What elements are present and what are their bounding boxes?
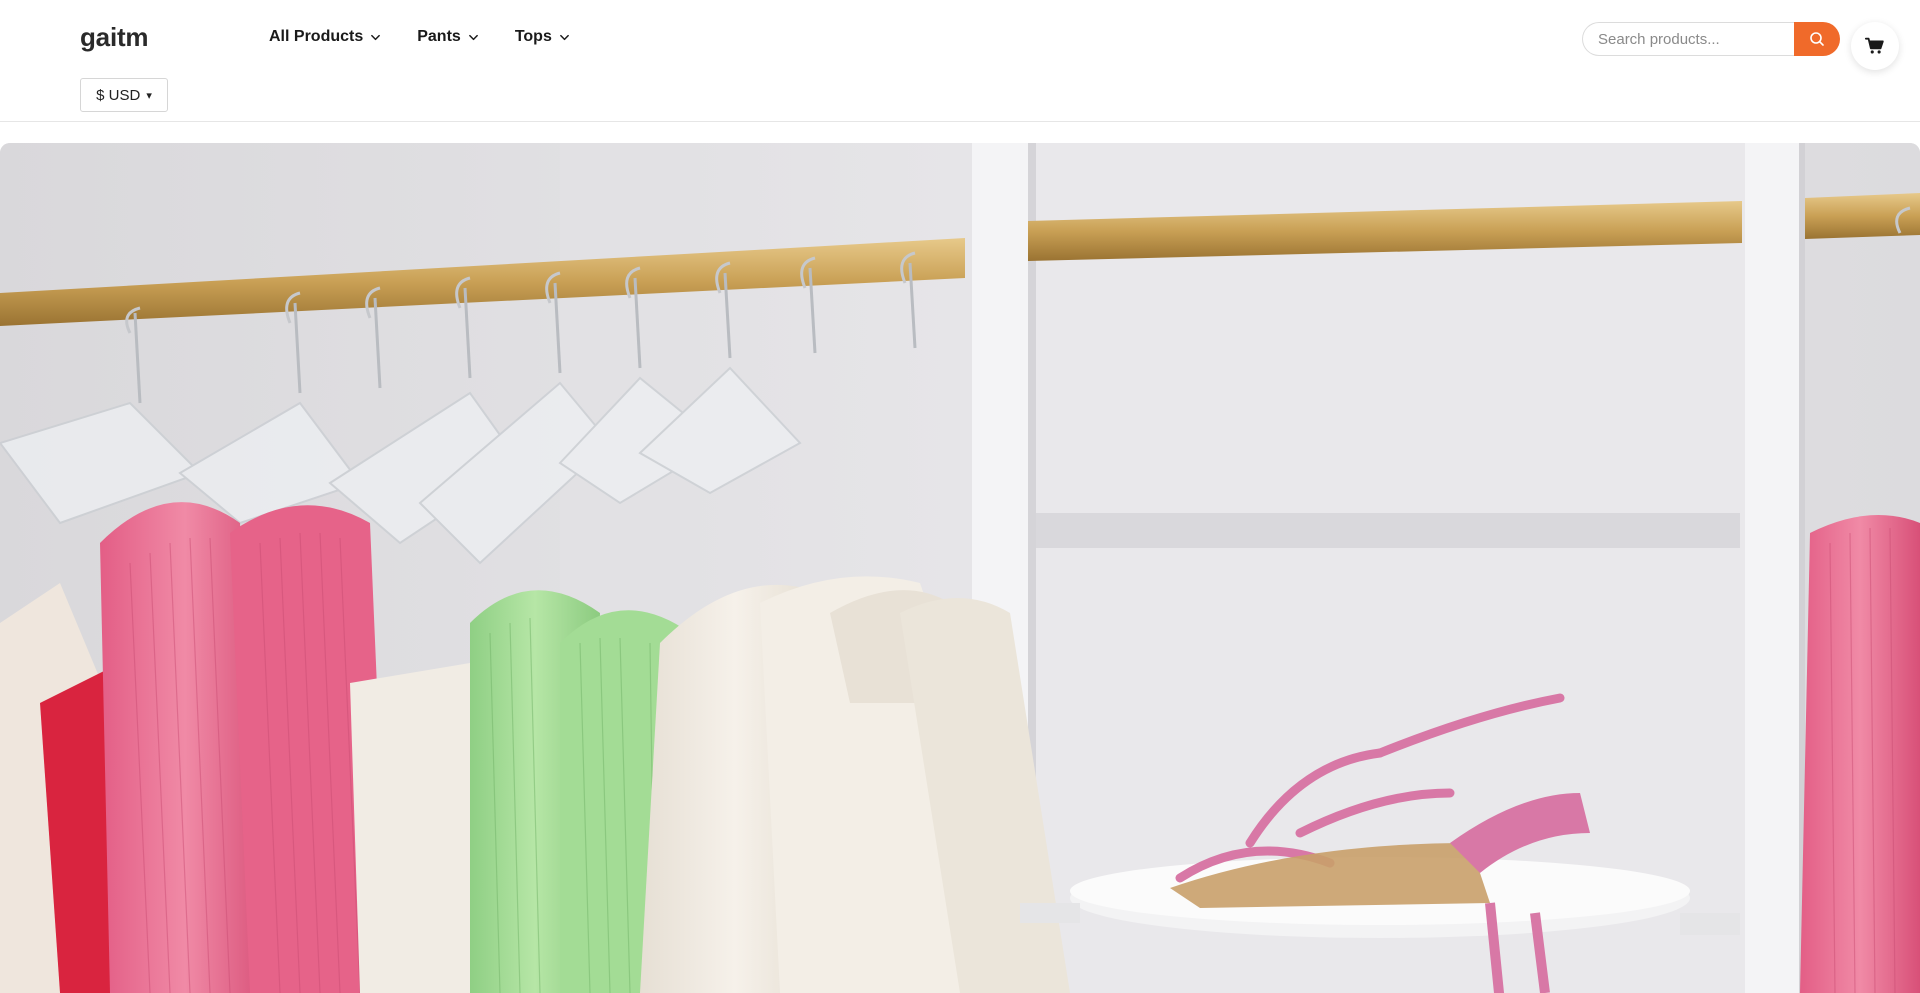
store-page: gaitm All Products Pants Tops $ USD ▾ [0,0,1920,993]
caret-down-icon: ▾ [146,89,152,102]
chevron-down-icon [371,34,381,41]
cart-button[interactable] [1851,22,1899,70]
nav-item-pants[interactable]: Pants [417,28,479,46]
chevron-down-icon [559,34,569,41]
nav-item-label: Pants [417,28,461,45]
site-header: gaitm All Products Pants Tops $ USD ▾ [0,0,1920,122]
nav-item-tops[interactable]: Tops [515,28,570,46]
cart-icon [1864,37,1884,54]
clothing-rack-photo [0,143,1920,993]
nav-item-label: Tops [514,28,552,45]
main-nav: All Products Pants Tops [269,28,570,46]
nav-item-all-products[interactable]: All Products [269,28,381,46]
nav-item-label: All Products [269,28,364,45]
currency-value: $ USD [96,86,141,104]
search-bar [1582,22,1840,56]
currency-selector[interactable]: $ USD ▾ [80,78,168,112]
search-input[interactable] [1582,22,1794,56]
chevron-down-icon [468,34,478,41]
search-icon [1810,32,1824,46]
search-button[interactable] [1794,22,1840,56]
hero-banner [0,143,1920,993]
brand-logo[interactable]: gaitm [80,22,149,53]
